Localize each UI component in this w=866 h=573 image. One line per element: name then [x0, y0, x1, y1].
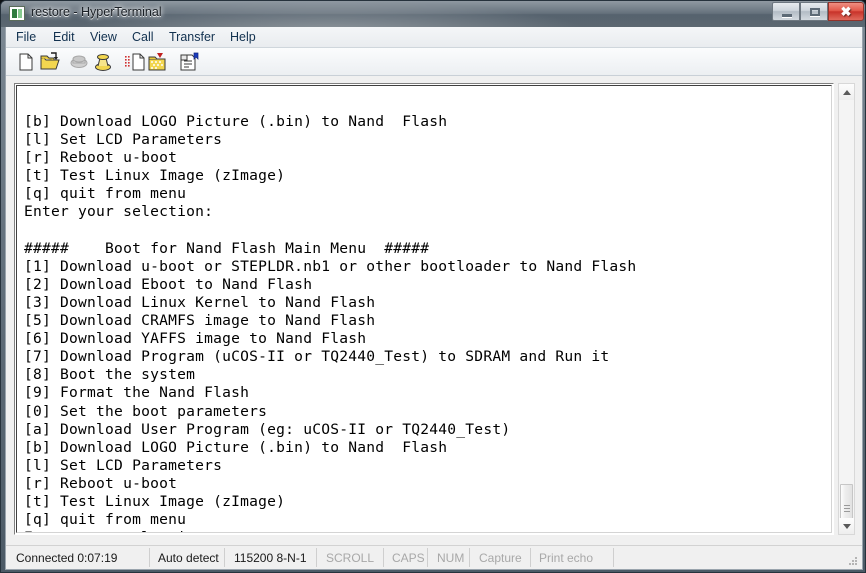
- status-separator: [469, 548, 470, 567]
- status-separator: [383, 548, 384, 567]
- connect-phone-icon[interactable]: [92, 52, 112, 72]
- scroll-down-arrow-icon: [843, 524, 851, 529]
- capture-indicator[interactable]: Capture: [479, 549, 522, 567]
- hyperterminal-window: restore - HyperTerminal ✖ File Edit View…: [0, 0, 866, 573]
- menu-edit[interactable]: Edit: [47, 29, 81, 46]
- scroll-up-arrow-icon: [843, 90, 851, 95]
- new-connection-icon[interactable]: [16, 52, 36, 72]
- terminal-output: [b] Download LOGO Picture (.bin) to Nand…: [24, 113, 636, 532]
- scroll-down-button[interactable]: [839, 518, 854, 534]
- connection-status: Connected 0:07:19: [16, 551, 118, 565]
- terminal-screen[interactable]: [b] Download LOGO Picture (.bin) to Nand…: [16, 85, 832, 533]
- maximize-button[interactable]: [800, 2, 828, 21]
- menu-call[interactable]: Call: [126, 29, 160, 46]
- menu-view[interactable]: View: [84, 29, 123, 46]
- hyperterminal-icon: [9, 6, 25, 21]
- properties-icon[interactable]: [178, 52, 199, 72]
- minimize-button[interactable]: [772, 2, 800, 21]
- caps-indicator[interactable]: CAPS: [392, 549, 425, 567]
- status-separator: [224, 548, 225, 567]
- send-file-icon[interactable]: [124, 52, 145, 72]
- status-separator: [316, 548, 317, 567]
- terminal-region: [b] Download LOGO Picture (.bin) to Nand…: [14, 83, 855, 535]
- client-area: File Edit View Call Transfer Help [b] Do…: [5, 27, 863, 570]
- status-bar: Connected 0:07:19 Auto detect 115200 8-N…: [6, 545, 862, 569]
- receive-file-icon[interactable]: [147, 52, 167, 72]
- auto-detect-status: Auto detect: [158, 551, 219, 565]
- terminal-scrollbar[interactable]: [838, 83, 855, 535]
- tool-bar: [6, 48, 862, 76]
- status-separator: [613, 548, 614, 567]
- menu-help[interactable]: Help: [224, 29, 262, 46]
- close-icon: ✖: [840, 4, 852, 19]
- maximize-icon: [810, 8, 820, 16]
- resize-grip-icon[interactable]: [847, 555, 859, 567]
- window-title: restore - HyperTerminal: [31, 5, 162, 19]
- disconnect-phone-icon[interactable]: [68, 52, 88, 72]
- minimize-icon: [782, 14, 792, 17]
- line-settings-status: 115200 8-N-1: [234, 551, 307, 565]
- menu-file[interactable]: File: [10, 29, 42, 46]
- print-echo-indicator[interactable]: Print echo: [539, 549, 593, 567]
- open-file-icon[interactable]: [39, 52, 60, 72]
- num-indicator[interactable]: NUM: [437, 549, 464, 567]
- terminal-frame: [b] Download LOGO Picture (.bin) to Nand…: [14, 83, 834, 535]
- menu-bar: File Edit View Call Transfer Help: [6, 27, 862, 48]
- scroll-up-button[interactable]: [839, 84, 854, 100]
- title-bar[interactable]: restore - HyperTerminal ✖: [1, 1, 865, 27]
- scroll-indicator[interactable]: SCROLL: [326, 549, 374, 567]
- menu-transfer[interactable]: Transfer: [163, 29, 221, 46]
- close-button[interactable]: ✖: [828, 2, 864, 21]
- status-separator: [149, 548, 150, 567]
- scrollbar-grip-icon: [844, 505, 850, 513]
- status-separator: [530, 548, 531, 567]
- status-separator: [427, 548, 428, 567]
